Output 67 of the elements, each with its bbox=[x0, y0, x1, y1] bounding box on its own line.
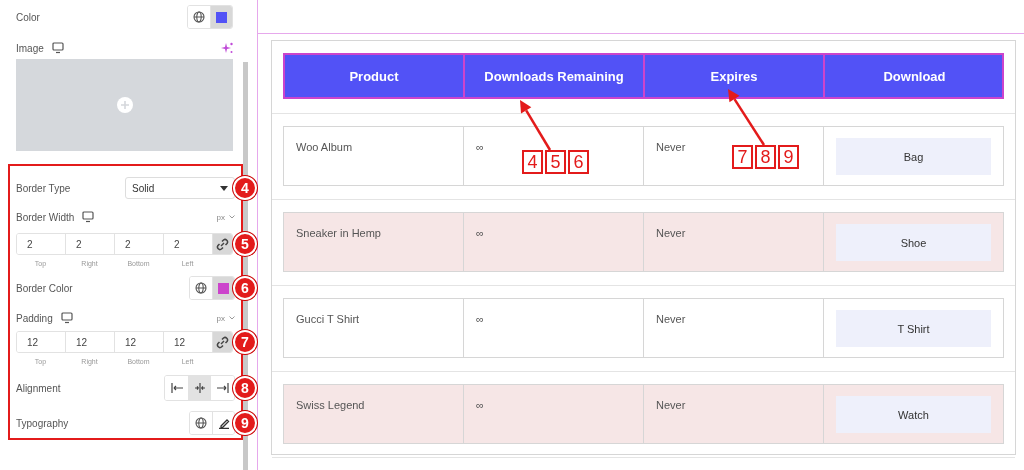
field-label: Border Color bbox=[16, 282, 73, 294]
field-label: Typography bbox=[16, 417, 69, 429]
step-number: 5 bbox=[545, 150, 566, 174]
table-cell: Woo Album bbox=[284, 127, 464, 186]
table-cell: Swiss Legend bbox=[284, 385, 464, 444]
step-number: 6 bbox=[568, 150, 589, 174]
step-badge: 4 bbox=[233, 176, 257, 200]
column-header: Product bbox=[285, 55, 465, 97]
annotation-arrow bbox=[520, 100, 552, 151]
field-label: Color bbox=[16, 11, 40, 23]
color-swatch-button[interactable] bbox=[212, 277, 234, 299]
step-number: 7 bbox=[732, 145, 753, 169]
align-start-icon bbox=[170, 382, 183, 394]
step-badge: 9 bbox=[233, 411, 257, 435]
field-label: Padding bbox=[16, 312, 53, 324]
table-cell: ∞ bbox=[464, 299, 644, 358]
column-header: Downloads Remaining bbox=[465, 55, 645, 97]
field-label: Image bbox=[16, 42, 44, 54]
number-field[interactable]: 2 bbox=[17, 234, 66, 254]
edit-button[interactable] bbox=[212, 412, 234, 434]
link-values-button[interactable] bbox=[213, 332, 232, 352]
monitor-icon[interactable] bbox=[51, 42, 64, 54]
step-number: 4 bbox=[522, 150, 543, 174]
download-button[interactable]: Shoe bbox=[836, 224, 991, 261]
annotation-arrow bbox=[728, 89, 766, 146]
number-field[interactable]: 12 bbox=[17, 332, 66, 352]
field-label: Border Width bbox=[16, 211, 75, 223]
monitor-icon[interactable] bbox=[60, 312, 73, 324]
table-cell: Gucci T Shirt bbox=[284, 299, 464, 358]
step-badge: 6 bbox=[233, 276, 257, 300]
caret-icon bbox=[220, 185, 228, 191]
download-button[interactable]: T Shirt bbox=[836, 310, 991, 347]
download-button[interactable]: Bag bbox=[836, 138, 991, 175]
color-swatch-button[interactable] bbox=[210, 6, 232, 28]
field-label: Alignment bbox=[16, 382, 61, 394]
download-button[interactable]: Watch bbox=[836, 396, 991, 433]
border-type-select[interactable]: Solid bbox=[125, 177, 235, 199]
step-number: 9 bbox=[778, 145, 799, 169]
alignment-button[interactable] bbox=[188, 376, 211, 400]
step-badge: 8 bbox=[233, 376, 257, 400]
pencil-icon bbox=[217, 417, 230, 429]
step-badge: 5 bbox=[233, 232, 257, 256]
globe-icon bbox=[193, 11, 205, 23]
globe-icon bbox=[195, 282, 207, 294]
sparkle-icon[interactable] bbox=[221, 42, 233, 54]
chevron-down-icon bbox=[229, 215, 235, 219]
table-cell: Never bbox=[644, 385, 824, 444]
link-icon bbox=[216, 237, 229, 251]
link-values-button[interactable] bbox=[213, 234, 232, 254]
link-icon bbox=[216, 335, 229, 349]
step-badge: 7 bbox=[233, 330, 257, 354]
align-center-icon bbox=[193, 382, 206, 394]
unit-select[interactable]: px bbox=[216, 313, 235, 323]
field-label: Border Type bbox=[16, 182, 71, 194]
column-header: Download bbox=[882, 67, 947, 86]
monitor-icon[interactable] bbox=[82, 211, 95, 223]
table-cell: ∞ bbox=[464, 385, 644, 444]
table-cell: Never bbox=[644, 299, 824, 358]
table-cell: Never bbox=[644, 213, 824, 272]
chevron-down-icon bbox=[229, 316, 235, 320]
unit-select[interactable]: px bbox=[216, 212, 235, 222]
globe-icon bbox=[195, 417, 207, 429]
scrollbar[interactable] bbox=[243, 62, 248, 470]
table-cell: ∞ bbox=[464, 213, 644, 272]
align-end-icon bbox=[216, 382, 229, 394]
table-cell: Sneaker in Hemp bbox=[284, 213, 464, 272]
step-number: 8 bbox=[755, 145, 776, 169]
